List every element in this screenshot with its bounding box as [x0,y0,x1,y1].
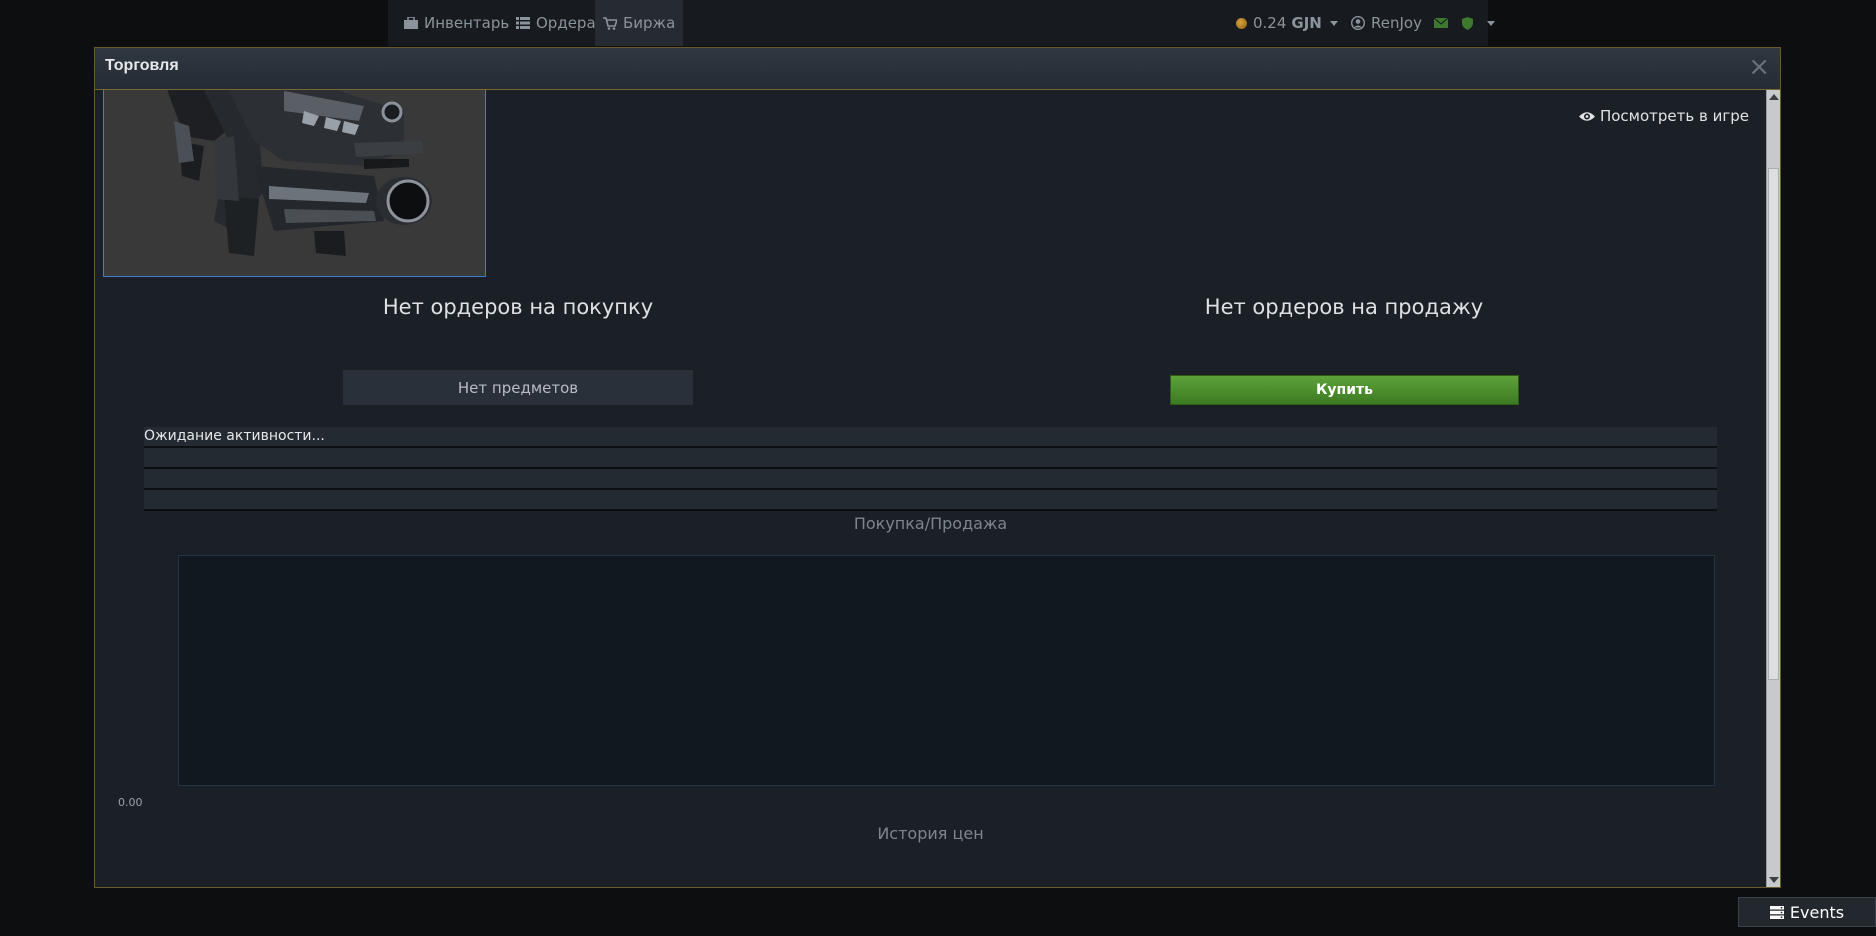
modal-header: Торговля × [95,48,1780,90]
scrollbar-thumb[interactable] [1768,168,1779,680]
rifle-picture [104,90,485,276]
nav-exchange-label: Биржа [623,14,676,32]
envelope-icon[interactable] [1433,18,1448,28]
balance-dropdown[interactable]: 0.24 GJN [1236,0,1338,46]
scroll-down-icon[interactable] [1769,877,1779,883]
activity-status: Ожидание активности... [144,427,1717,448]
nav-inventory[interactable]: Инвентарь [404,0,509,46]
nav-orders[interactable]: Ордера [516,0,596,46]
chevron-down-icon [1329,20,1338,26]
events-button[interactable]: Events [1738,897,1876,927]
item-image [103,90,486,277]
briefcase-icon [404,17,418,29]
activity-feed: Ожидание активности... [144,427,1717,511]
buy-orders-title: Нет ордеров на покупку [382,295,654,319]
buy-sell-chart-title: Покупка/Продажа [853,514,1008,533]
view-in-game-label: Посмотреть в игре [1599,107,1749,125]
close-icon[interactable]: × [1748,52,1770,82]
events-label: Events [1789,902,1845,922]
balance-value: 0.24 [1253,14,1287,32]
axis-zero-label: 0.00 [118,796,143,809]
user-dropdown[interactable]: RenJoy [1351,0,1495,46]
trade-modal: Торговля × Посмотреть в игре Нет ордеров… [94,47,1781,888]
shield-icon[interactable] [1461,16,1473,30]
cart-icon [603,16,617,30]
nav-inventory-label: Инвентарь [424,14,510,32]
activity-row [144,490,1717,511]
activity-row [144,448,1717,469]
chevron-down-icon [1486,20,1495,26]
nav-orders-label: Ордера [536,14,596,32]
top-navbar: Инвентарь Ордера Биржа 0.24 GJN RenJoy [388,0,1495,46]
list-icon [516,17,530,29]
buy-button[interactable]: Купить [1170,375,1519,405]
scroll-up-icon[interactable] [1769,94,1779,100]
username: RenJoy [1371,14,1422,32]
price-history-title: История цен [877,824,984,843]
no-items-button[interactable]: Нет предметов [343,370,693,405]
buy-sell-chart [178,555,1715,786]
eye-icon [1578,111,1595,122]
server-icon [1769,905,1784,919]
user-circle-icon [1351,16,1365,30]
gjn-coin-icon [1236,17,1247,29]
modal-scrollbar[interactable] [1766,90,1780,887]
sell-orders-title: Нет ордеров на продажу [1204,295,1484,319]
modal-title: Торговля [105,57,179,74]
currency-label: GJN [1291,14,1322,32]
view-in-game-link[interactable]: Посмотреть в игре [1578,107,1749,125]
modal-body[interactable]: Посмотреть в игре Нет ордеров на покупку… [95,90,1766,887]
nav-exchange[interactable]: Биржа [595,0,684,46]
activity-row [144,469,1717,490]
